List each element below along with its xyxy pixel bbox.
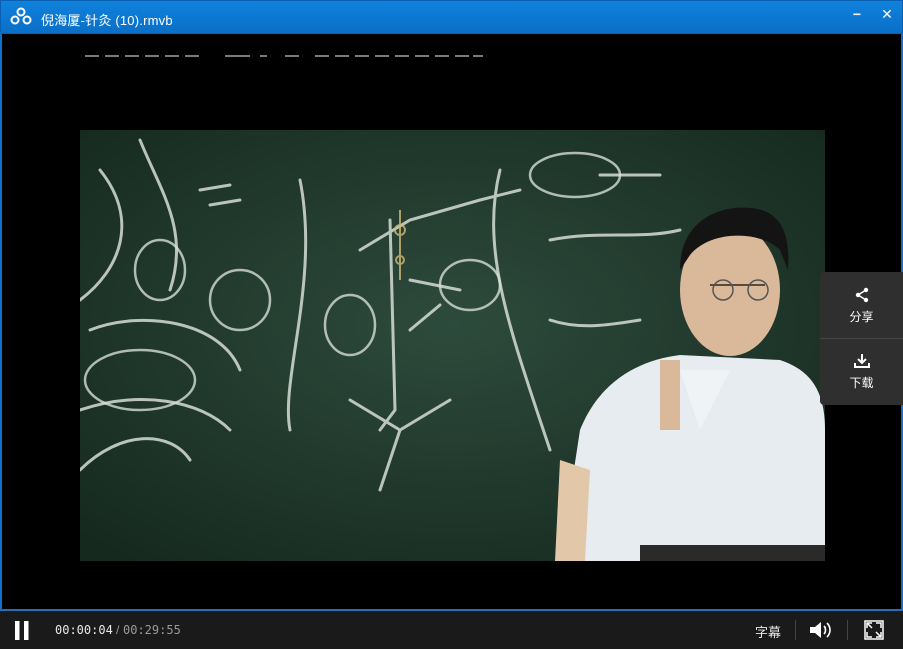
share-icon	[855, 287, 869, 303]
volume-icon[interactable]	[809, 621, 833, 639]
current-time: 00:00:04	[55, 623, 113, 637]
share-label: 分享	[849, 310, 874, 324]
cloud-people-icon	[10, 7, 32, 25]
chalkboard-scene	[80, 130, 825, 561]
title-bar: 倪海厦-针灸 (10).rmvb − ✕	[0, 0, 903, 34]
download-label: 下载	[849, 376, 874, 390]
pause-icon[interactable]	[14, 621, 30, 640]
fullscreen-icon[interactable]	[864, 620, 884, 640]
progress-bar[interactable]	[0, 609, 903, 611]
close-button[interactable]: ✕	[875, 4, 899, 24]
divider	[847, 620, 848, 640]
total-time: 00:29:55	[123, 623, 181, 637]
share-button[interactable]: 分享	[820, 272, 903, 339]
lecture-video-frame[interactable]	[80, 130, 825, 561]
side-action-panel: 分享 下载	[820, 272, 903, 405]
letterbox-noise	[85, 55, 483, 57]
download-button[interactable]: 下载	[820, 338, 903, 404]
subtitle-button[interactable]: 字幕	[755, 622, 781, 641]
window-title: 倪海厦-针灸 (10).rmvb	[41, 13, 173, 28]
player-control-bar: 00:00:04 / 00:29:55 字幕	[0, 609, 903, 649]
minimize-button[interactable]: −	[845, 4, 869, 24]
time-separator: /	[116, 623, 120, 637]
divider	[795, 620, 796, 640]
download-icon	[854, 354, 870, 368]
